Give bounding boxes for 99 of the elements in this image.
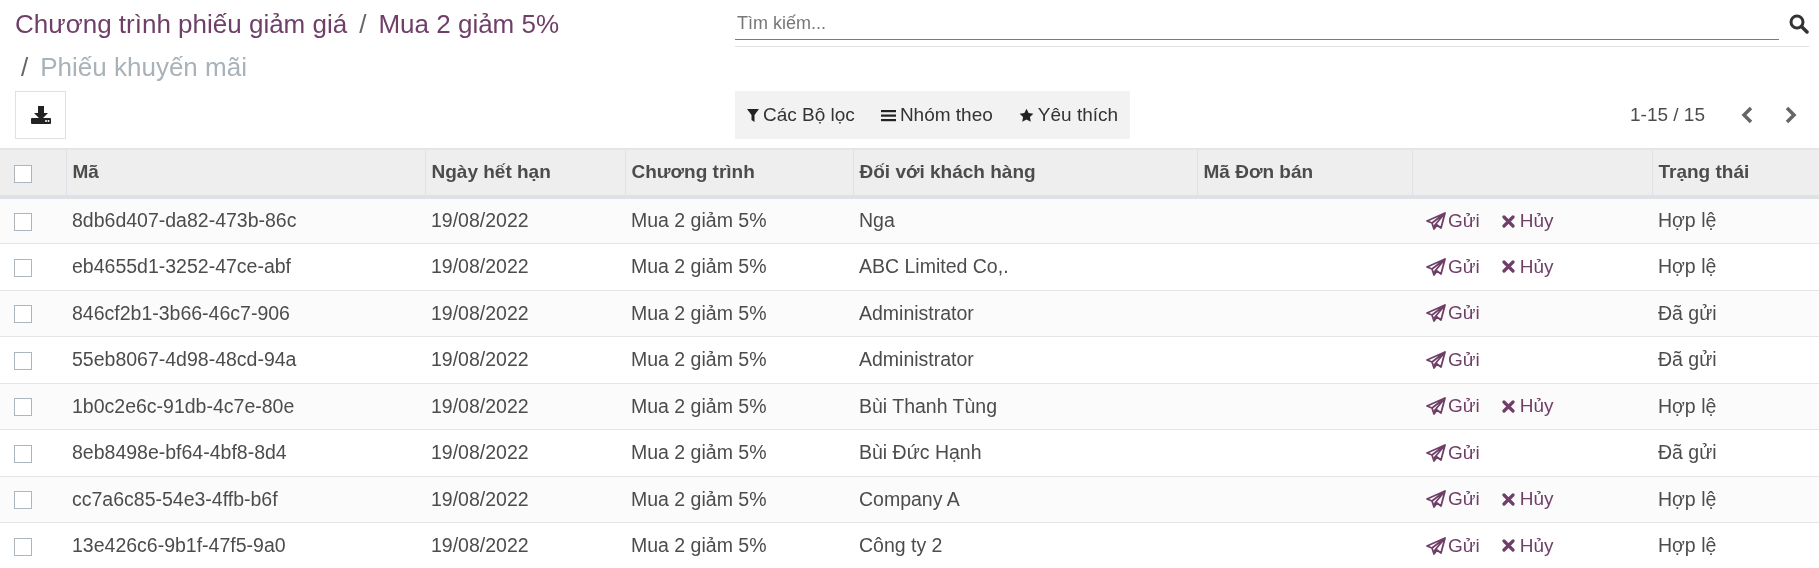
group-by-button[interactable]: Nhóm theo xyxy=(880,100,993,130)
status-text: Hợp lệ xyxy=(1658,209,1717,232)
table-cell: eb4655d1-3252-47ce-abf xyxy=(72,255,291,278)
paper-plane-icon xyxy=(1426,257,1446,276)
download-icon xyxy=(30,106,51,124)
breadcrumb-link[interactable]: Chương trình phiếu giảm giá xyxy=(15,4,348,44)
table-cell: 19/08/2022 xyxy=(431,534,529,557)
checkbox[interactable] xyxy=(14,164,32,183)
checkbox[interactable] xyxy=(14,398,32,417)
table-cell: 846cf2b1-3b66-46c7-906 xyxy=(72,301,290,324)
checkbox[interactable] xyxy=(14,213,32,232)
chevron-left-icon xyxy=(1741,106,1753,124)
table-cell: Administrator xyxy=(859,301,974,324)
status-text: Hợp lệ xyxy=(1658,394,1717,417)
table-cell: Mua 2 giảm 5% xyxy=(631,209,767,232)
favorites-button[interactable]: Yêu thích xyxy=(1018,100,1119,130)
table-cell: Mua 2 giảm 5% xyxy=(631,394,767,417)
filters-button[interactable]: Các Bộ lọc xyxy=(747,100,855,130)
status-text: Hợp lệ xyxy=(1658,255,1717,278)
paper-plane-icon xyxy=(1426,397,1446,416)
send-button[interactable]: Gửi xyxy=(1426,299,1480,328)
send-button[interactable]: Gửi xyxy=(1426,206,1480,236)
table-cell: Công ty 2 xyxy=(859,534,943,557)
column-header[interactable]: Đối với khách hàng xyxy=(859,161,1036,183)
status-text: Đã gửi xyxy=(1658,301,1717,324)
table-cell: Administrator xyxy=(859,348,974,371)
table-cell: 1b0c2e6c-91db-4c7e-80e xyxy=(72,394,295,417)
breadcrumb-separator: / xyxy=(21,50,29,84)
pager-text: 1-15 / 15 xyxy=(1630,102,1705,127)
table-cell: 13e426c6-9b1f-47f5-9a0 xyxy=(72,534,286,557)
menu-icon xyxy=(880,108,896,122)
table-cell: Mua 2 giảm 5% xyxy=(631,301,767,324)
table-cell: Mua 2 giảm 5% xyxy=(631,487,767,510)
table-cell: 19/08/2022 xyxy=(431,209,529,232)
table-cell: Bùi Thanh Tùng xyxy=(859,394,998,417)
column-header[interactable]: Ngày hết hạn xyxy=(431,161,551,183)
table-cell: 55eb8067-4d98-48cd-94a xyxy=(72,348,297,371)
status-text: Hợp lệ xyxy=(1658,534,1717,557)
table-cell: cc7a6c85-54e3-4ffb-b6f xyxy=(72,487,278,510)
status-text: Đã gửi xyxy=(1658,441,1717,464)
paper-plane-icon xyxy=(1426,536,1446,555)
table-cell: Nga xyxy=(859,209,895,232)
checkbox[interactable] xyxy=(14,491,32,510)
table-cell: 8eb8498e-bf64-4bf8-8d4 xyxy=(72,441,287,464)
table-cell: Mua 2 giảm 5% xyxy=(631,534,767,557)
paper-plane-icon xyxy=(1426,304,1446,323)
chevron-right-icon xyxy=(1785,106,1797,124)
column-header[interactable]: Mã xyxy=(72,161,99,183)
table-cell: Mua 2 giảm 5% xyxy=(631,348,767,371)
paper-plane-icon xyxy=(1426,490,1446,509)
cancel-button[interactable]: Hủy xyxy=(1501,485,1554,514)
send-button[interactable]: Gửi xyxy=(1426,392,1480,421)
close-icon xyxy=(1501,260,1515,274)
cancel-button[interactable]: Hủy xyxy=(1501,392,1554,421)
column-header[interactable]: Chương trình xyxy=(631,161,755,183)
close-icon xyxy=(1501,399,1515,413)
table-cell: Bùi Đức Hạnh xyxy=(859,441,982,464)
send-button[interactable]: Gửi xyxy=(1426,485,1480,514)
status-text: Hợp lệ xyxy=(1658,487,1717,510)
checkbox[interactable] xyxy=(14,305,32,324)
breadcrumb-link[interactable]: Mua 2 giảm 5% xyxy=(378,4,560,44)
search-icon[interactable] xyxy=(1789,14,1809,34)
checkbox[interactable] xyxy=(14,351,32,370)
table-cell: Mua 2 giảm 5% xyxy=(631,441,767,464)
close-icon xyxy=(1501,539,1515,553)
paper-plane-icon xyxy=(1426,350,1446,369)
table-cell: 19/08/2022 xyxy=(431,441,529,464)
column-header[interactable]: Mã Đơn bán xyxy=(1203,161,1314,183)
cancel-button[interactable]: Hủy xyxy=(1501,531,1554,560)
checkbox[interactable] xyxy=(14,258,32,277)
send-button[interactable]: Gửi xyxy=(1426,345,1480,374)
table-cell: ABC Limited Co,. xyxy=(859,255,1009,278)
close-icon xyxy=(1501,492,1515,506)
send-button[interactable]: Gửi xyxy=(1426,252,1480,281)
cancel-button[interactable]: Hủy xyxy=(1501,252,1554,281)
star-icon xyxy=(1018,107,1034,123)
table-cell: 19/08/2022 xyxy=(431,394,529,417)
paper-plane-icon xyxy=(1426,212,1446,230)
table-cell: 19/08/2022 xyxy=(431,487,529,510)
download-button[interactable] xyxy=(15,91,66,139)
checkbox[interactable] xyxy=(14,537,32,556)
send-button[interactable]: Gửi xyxy=(1426,438,1480,467)
table-cell: 8db6d407-da82-473b-86c xyxy=(72,209,297,232)
search-field[interactable]: Tìm kiếm... xyxy=(735,8,1779,40)
cancel-button[interactable]: Hủy xyxy=(1501,206,1554,236)
checkbox[interactable] xyxy=(14,444,32,463)
table-cell: 19/08/2022 xyxy=(431,255,529,278)
status-text: Đã gửi xyxy=(1658,348,1717,371)
table-cell: 19/08/2022 xyxy=(431,301,529,324)
table-cell: Company A xyxy=(859,487,960,510)
breadcrumb-current: Phiếu khuyến mãi xyxy=(40,50,247,84)
paper-plane-icon xyxy=(1426,443,1446,462)
close-icon xyxy=(1501,214,1515,228)
table-cell: 19/08/2022 xyxy=(431,348,529,371)
breadcrumb-separator: / xyxy=(359,8,367,41)
column-header[interactable]: Trạng thái xyxy=(1658,161,1750,183)
filter-icon xyxy=(747,108,759,122)
table-cell: Mua 2 giảm 5% xyxy=(631,255,767,278)
send-button[interactable]: Gửi xyxy=(1426,531,1480,560)
